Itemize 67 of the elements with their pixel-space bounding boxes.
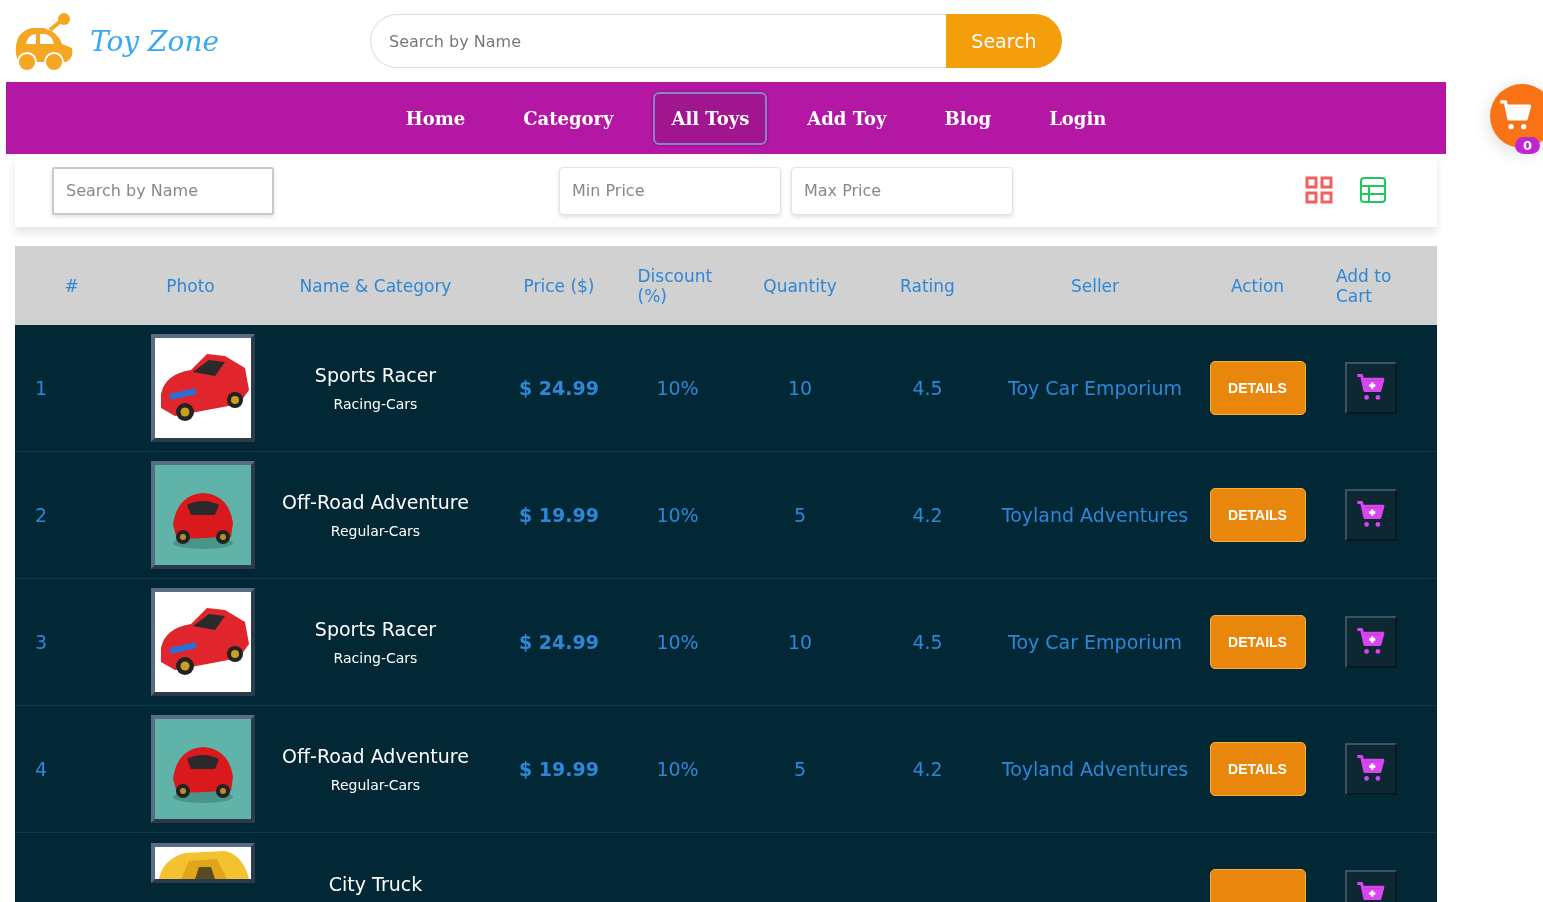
add-to-cart-button[interactable]	[1345, 362, 1397, 414]
rating-cell: 4.2	[912, 504, 943, 526]
search-field[interactable]: Search by Name	[370, 14, 946, 68]
max-price-field[interactable]: Max Price	[791, 166, 1013, 215]
seller-cell: Toyland Adventures	[1001, 758, 1189, 780]
column-header: Rating	[900, 275, 955, 296]
grid-icon	[1305, 175, 1333, 204]
price-cell: $ 19.99	[519, 758, 599, 780]
rating-cell: 4.5	[912, 631, 943, 653]
cart-plus-icon	[1356, 754, 1386, 784]
seller-cell: Toy Car Emporium	[1008, 631, 1182, 653]
toy-name: City Truck	[328, 873, 423, 895]
rating-cell: 4.5	[912, 377, 943, 399]
nav-link[interactable]: Blog	[926, 91, 1010, 145]
add-to-cart-button[interactable]	[1345, 743, 1397, 795]
column-header: Discount (%)	[637, 265, 714, 306]
column-header: Photo	[166, 275, 215, 296]
quantity-cell: 5	[793, 758, 807, 780]
toy-name: Sports Racer	[314, 618, 437, 640]
nav-link[interactable]: All Toys	[653, 91, 768, 145]
min-price-field[interactable]: Min Price	[559, 166, 781, 215]
floating-cart-button[interactable]	[1490, 84, 1543, 148]
cart-plus-icon	[1356, 881, 1386, 902]
row-number: 3	[34, 631, 48, 653]
price-cell: $ 24.99	[519, 631, 599, 653]
toy-category: Racing-Cars	[333, 396, 418, 412]
column-header: Name & Category	[299, 275, 452, 296]
column-header: #	[64, 275, 79, 296]
row-number: 1	[34, 377, 48, 399]
toy-name: Sports Racer	[314, 364, 437, 386]
price-cell: $ 19.99	[519, 504, 599, 526]
quantity-cell: 10	[787, 377, 813, 399]
discount-cell: 10%	[656, 504, 699, 526]
nav-link[interactable]: Login	[1031, 91, 1125, 145]
toy-category: Racing-Cars	[333, 650, 418, 666]
add-to-cart-button[interactable]	[1345, 616, 1397, 668]
seller-cell: Toyland Adventures	[1001, 504, 1189, 526]
cart-plus-icon	[1356, 373, 1386, 403]
nav-link[interactable]: Category	[505, 91, 632, 145]
quantity-cell: 5	[793, 504, 807, 526]
toy-category: Regular-Cars	[330, 523, 421, 539]
discount-cell: 10%	[656, 377, 699, 399]
brand-name: Toy Zone	[90, 24, 220, 58]
row-number: 2	[34, 504, 48, 526]
column-header: Seller	[1070, 275, 1120, 296]
price-cell: $ 24.99	[519, 377, 599, 399]
discount-cell: 10%	[656, 631, 699, 653]
table-icon	[1359, 175, 1387, 204]
discount-cell: 10%	[656, 758, 699, 780]
toy-name: Off-Road Adventure	[282, 491, 469, 513]
nav-link[interactable]: Add Toy	[789, 91, 905, 145]
cart-plus-icon	[1356, 500, 1386, 530]
column-header: Add to Cart	[1336, 265, 1393, 306]
row-number: 4	[34, 758, 48, 780]
add-to-cart-button[interactable]	[1345, 489, 1397, 541]
seller-cell: Toy Car Emporium	[1008, 377, 1182, 399]
column-header: Price ($)	[523, 275, 595, 296]
name-search-field[interactable]: Search by Name	[52, 166, 274, 215]
quantity-cell: 10	[787, 631, 813, 653]
toy-category: Regular-Cars	[330, 777, 421, 793]
toy-name: Off-Road Adventure	[282, 745, 469, 767]
cart-count-badge: 0	[1515, 137, 1541, 154]
cart-plus-icon	[1356, 627, 1386, 657]
nav-link[interactable]: Home	[387, 91, 484, 145]
rating-cell: 4.2	[912, 758, 943, 780]
column-header: Quantity	[763, 275, 837, 296]
column-header: Action	[1230, 275, 1285, 296]
